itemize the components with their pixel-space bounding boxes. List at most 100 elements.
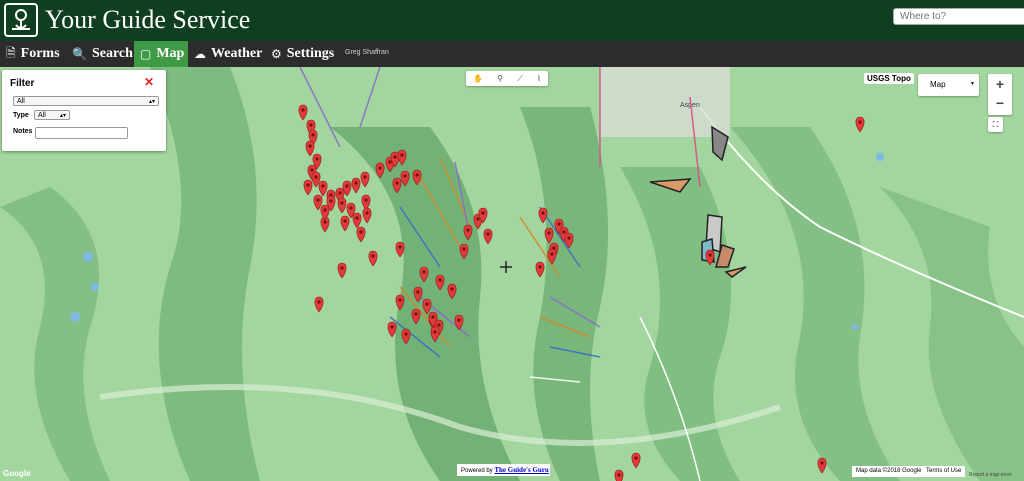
- map-marker-dot: [340, 266, 344, 270]
- nav-map-label: Map: [156, 46, 185, 61]
- map-marker-dot: [486, 232, 490, 236]
- pan-hand-icon[interactable]: ✋: [473, 74, 483, 83]
- map-marker-dot: [378, 166, 382, 170]
- polygon-tool-icon[interactable]: ⌇: [537, 74, 541, 83]
- notes-label: Notes: [13, 128, 33, 135]
- map-marker-dot: [415, 173, 419, 177]
- map-marker-dot: [431, 315, 435, 319]
- map-type-select[interactable]: Map ▼: [918, 74, 979, 96]
- map-marker-dot: [306, 183, 310, 187]
- map-marker-dot: [314, 175, 318, 179]
- map-marker-dot: [340, 201, 344, 205]
- notes-input[interactable]: [35, 127, 128, 139]
- google-logo: Google: [3, 469, 31, 478]
- map-marker-dot: [309, 123, 313, 127]
- main-nav: 🗎 Forms 🔍 Search ▢ Map ☁ Weather ⚙ Setti…: [0, 41, 1024, 67]
- app-title: Your Guide Service: [45, 5, 251, 34]
- map-marker-dot: [308, 144, 312, 148]
- zoom-control: + −: [988, 74, 1012, 115]
- map-marker-dot: [634, 456, 638, 460]
- map-data-attribution: Map data ©2018 Google: [852, 466, 926, 477]
- map-marker-dot: [317, 300, 321, 304]
- type-label: Type: [13, 112, 29, 119]
- map-marker-dot: [388, 160, 392, 164]
- map-marker-dot: [466, 228, 470, 232]
- select-arrows-icon: ▴▾: [148, 99, 155, 105]
- map-marker-dot: [343, 219, 347, 223]
- map-marker-dot: [457, 318, 461, 322]
- map-marker-dot: [395, 181, 399, 185]
- map-marker-dot: [329, 199, 333, 203]
- map-marker-dot: [354, 181, 358, 185]
- select-arrows-icon: ▴▾: [59, 113, 66, 119]
- map-icon: ▢: [140, 47, 152, 61]
- nav-settings[interactable]: ⚙ Settings: [271, 41, 341, 67]
- map-marker-dot: [390, 325, 394, 329]
- map-marker-dot: [858, 120, 862, 124]
- map-marker-dot: [400, 153, 404, 157]
- map-marker-dot: [398, 245, 402, 249]
- map-marker-dot: [425, 302, 429, 306]
- marker-tool-icon[interactable]: ⚲: [497, 74, 503, 83]
- nav-forms[interactable]: 🗎 Forms: [6, 41, 68, 67]
- close-filter-button[interactable]: ✕: [144, 75, 154, 89]
- line-tool-icon[interactable]: ⟋: [517, 74, 523, 84]
- fullscreen-button[interactable]: ⛶: [988, 117, 1003, 132]
- nav-map[interactable]: ▢ Map: [134, 41, 188, 67]
- map-marker-dot: [301, 108, 305, 112]
- map-marker-dot: [393, 155, 397, 159]
- map-marker-dot: [398, 298, 402, 302]
- map-marker-dot: [363, 175, 367, 179]
- map-marker-dot: [538, 265, 542, 269]
- map-marker-dot: [416, 290, 420, 294]
- filter-title: Filter: [10, 78, 35, 89]
- cloud-sun-icon: ☁: [194, 47, 206, 61]
- map-marker-dot: [414, 312, 418, 316]
- map-marker-dot: [323, 220, 327, 224]
- terms-of-use-link[interactable]: Terms of Use: [922, 466, 966, 477]
- map-marker-dot: [355, 216, 359, 220]
- map-marker-dot: [557, 222, 561, 226]
- map-marker-dot: [437, 323, 441, 327]
- map-marker-dot: [338, 191, 342, 195]
- report-map-error-link[interactable]: Report a map error: [969, 472, 1011, 478]
- type-value: All: [38, 112, 46, 119]
- map-marker-dot: [438, 278, 442, 282]
- where-to-search-input[interactable]: [893, 8, 1024, 25]
- nav-search[interactable]: 🔍 Search: [72, 41, 134, 67]
- filter-category-value: All: [17, 98, 25, 105]
- map-marker-dot: [403, 174, 407, 178]
- filter-panel: Filter ✕ All ▴▾ Type All ▴▾ Notes: [2, 70, 166, 151]
- map-marker-dot: [433, 330, 437, 334]
- nav-settings-label: Settings: [286, 46, 335, 61]
- powered-by-badge: Powered by The Guide's Guru: [457, 464, 550, 476]
- map-marker-dot: [462, 247, 466, 251]
- map-marker-dot: [371, 254, 375, 258]
- map-marker-dot: [820, 461, 824, 465]
- nav-search-label: Search: [91, 46, 133, 61]
- map-marker-dot: [481, 211, 485, 215]
- guides-guru-link[interactable]: The Guide's Guru: [494, 466, 548, 474]
- map-marker-dot: [315, 157, 319, 161]
- map-marker-dot: [450, 287, 454, 291]
- nav-forms-label: Forms: [20, 46, 60, 61]
- map-marker-dot: [547, 231, 551, 235]
- filter-category-select[interactable]: All ▴▾: [13, 96, 159, 106]
- map-marker-dot: [365, 211, 369, 215]
- zoom-out-button[interactable]: −: [988, 95, 1012, 111]
- map-marker-dot: [404, 332, 408, 336]
- nav-weather-label: Weather: [211, 46, 263, 61]
- type-select[interactable]: All ▴▾: [34, 110, 70, 120]
- map-marker-dot: [345, 184, 349, 188]
- map-marker-dot: [310, 168, 314, 172]
- map-marker-dot: [708, 253, 712, 257]
- logo-map-pin-icon: [4, 3, 38, 37]
- drawing-toolbar: ✋ ⚲ ⟋ ⌇: [466, 71, 548, 86]
- map-marker-dot: [364, 198, 368, 202]
- map-marker-dot: [321, 184, 325, 188]
- usgs-topo-layer-label[interactable]: USGS Topo: [864, 73, 914, 84]
- nav-weather[interactable]: ☁ Weather: [194, 41, 266, 67]
- document-icon: 🗎: [6, 45, 16, 60]
- map-marker-dot: [359, 230, 363, 234]
- zoom-in-button[interactable]: +: [988, 76, 1012, 92]
